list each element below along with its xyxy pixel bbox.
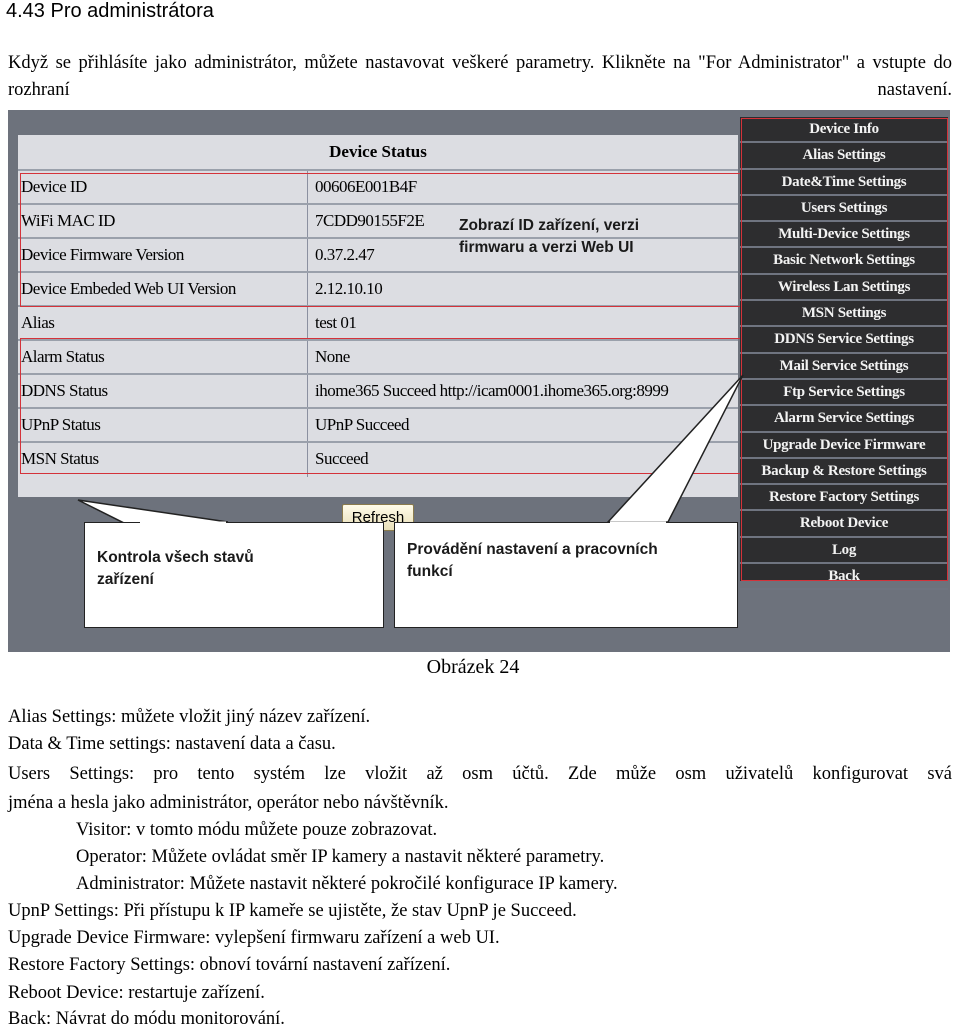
body-text-line: Upgrade Device Firmware: vylepšení firmw… [8,928,500,948]
body-text-line: UpnP Settings: Při přístupu k IP kameře … [8,901,577,921]
body-text-line: Data & Time settings: nastavení data a č… [8,734,336,754]
body-text-line: Alias Settings: můžete vložit jiný název… [8,707,371,727]
body-text-line: Operator: Můžete ovládat směr IP kamery … [76,847,605,867]
body-text-line: Reboot Device: restartuje zařízení. [8,983,265,1003]
body-text-line: Restore Factory Settings: obnoví tovární… [8,955,451,975]
body-text-line: Back: Návrat do módu monitorování. [8,1009,285,1029]
section-heading: 4.43 Pro administrátora [6,0,214,22]
body-text-line: Users Settings: pro tento systém lze vlo… [8,764,952,784]
device-ui-screenshot: Device Status Device ID 00606E001B4F WiFi … [8,110,950,652]
body-text-line: Visitor: v tomto módu můžete pouze zobra… [76,820,438,840]
intro-paragraph: Když se přihlásíte jako administrátor, m… [8,53,952,100]
body-text-line: jména a hesla jako administrátor, operát… [8,793,449,813]
body-text-line: Administrator: Můžete nastavit některé p… [76,874,618,894]
callout-tail-masks [140,521,666,525]
figure-caption: Obrázek 24 [426,656,520,678]
